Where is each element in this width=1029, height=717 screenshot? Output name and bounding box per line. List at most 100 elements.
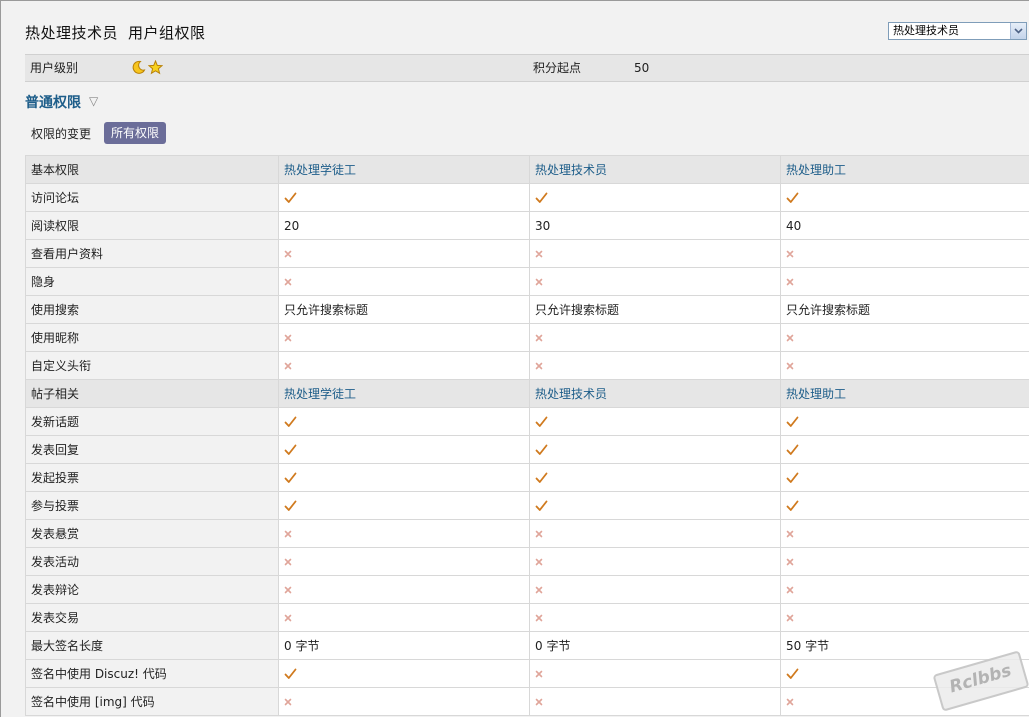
cross-icon: × <box>529 659 781 688</box>
section-title: 普通权限 <box>25 95 81 111</box>
permission-name: 发表回复 <box>25 435 279 464</box>
cross-icon: × <box>529 687 781 716</box>
table-row: 发表辩论××× <box>25 575 1029 604</box>
permission-value: 0 字节 <box>529 631 781 660</box>
permissions-table: 基本权限热处理学徒工热处理技术员热处理助工访问论坛✓✓✓阅读权限203040查看… <box>25 155 1029 716</box>
check-icon: ✓ <box>780 463 1029 492</box>
table-section-header: 帖子相关 热处理学徒工 热处理技术员 热处理助工 <box>25 379 1029 408</box>
star-icon <box>147 59 164 75</box>
check-icon: ✓ <box>780 435 1029 464</box>
cross-icon: × <box>529 267 781 296</box>
moon-icon <box>131 60 146 75</box>
permission-value: 只允许搜索标题 <box>780 295 1029 324</box>
tab-permission-changes[interactable]: 权限的变更 <box>31 124 91 144</box>
permission-name: 自定义头衔 <box>25 351 279 380</box>
cross-icon: × <box>278 547 530 576</box>
permission-name: 访问论坛 <box>25 183 279 212</box>
permission-name: 签名中使用 Discuz! 代码 <box>25 659 279 688</box>
cross-icon: × <box>529 603 781 632</box>
permission-value: 30 <box>529 211 781 240</box>
window-top-border <box>0 0 1029 1</box>
cross-icon: × <box>529 351 781 380</box>
table-row: 签名中使用 Discuz! 代码✓×✓ <box>25 659 1029 688</box>
page-title: 热处理技术员 用户组权限 <box>25 22 206 43</box>
group-column-header[interactable]: 热处理助工 <box>780 155 1029 184</box>
permission-value: 0 字节 <box>278 631 530 660</box>
cross-icon: × <box>529 547 781 576</box>
collapse-toggle-icon[interactable]: ▽ <box>89 94 98 108</box>
table-row: 查看用户资料××× <box>25 239 1029 268</box>
permission-name: 使用昵称 <box>25 323 279 352</box>
permission-name: 签名中使用 [img] 代码 <box>25 687 279 716</box>
permission-name: 发表悬赏 <box>25 519 279 548</box>
user-level-row: 用户级别 积分起点 50 <box>25 54 1029 82</box>
window-left-border <box>0 0 1 717</box>
cross-icon: × <box>278 239 530 268</box>
table-row: 访问论坛✓✓✓ <box>25 183 1029 212</box>
table-row: 隐身××× <box>25 267 1029 296</box>
table-row: 签名中使用 [img] 代码××× <box>25 687 1029 716</box>
permission-value: 只允许搜索标题 <box>278 295 530 324</box>
check-icon: ✓ <box>278 435 530 464</box>
check-icon: ✓ <box>780 491 1029 520</box>
table-row: 使用昵称××× <box>25 323 1029 352</box>
permission-name: 隐身 <box>25 267 279 296</box>
group-name: 热处理技术员 <box>25 24 119 42</box>
cross-icon: × <box>278 687 530 716</box>
group-column-header[interactable]: 热处理助工 <box>780 379 1029 408</box>
group-selector[interactable]: 热处理技术员 <box>888 22 1027 40</box>
check-icon: ✓ <box>529 183 781 212</box>
table-row: 发表交易××× <box>25 603 1029 632</box>
check-icon: ✓ <box>780 407 1029 436</box>
group-selector-value: 热处理技术员 <box>893 24 959 37</box>
table-row: 发表回复✓✓✓ <box>25 435 1029 464</box>
chevron-down-icon[interactable] <box>1010 23 1026 39</box>
group-column-header[interactable]: 热处理技术员 <box>529 155 781 184</box>
cross-icon: × <box>529 575 781 604</box>
table-section-header: 基本权限 热处理学徒工 热处理技术员 热处理助工 <box>25 155 1029 184</box>
check-icon: ✓ <box>278 491 530 520</box>
permission-name: 发表交易 <box>25 603 279 632</box>
check-icon: ✓ <box>529 491 781 520</box>
points-start-label: 积分起点 <box>533 61 582 75</box>
page-label: 用户组权限 <box>128 24 206 42</box>
cross-icon: × <box>529 239 781 268</box>
cross-icon: × <box>529 323 781 352</box>
section-header-label: 基本权限 <box>25 155 279 184</box>
permission-name: 最大签名长度 <box>25 631 279 660</box>
cross-icon: × <box>780 351 1029 380</box>
cross-icon: × <box>780 603 1029 632</box>
group-column-header[interactable]: 热处理学徒工 <box>278 379 530 408</box>
table-row: 自定义头衔××× <box>25 351 1029 380</box>
cross-icon: × <box>278 575 530 604</box>
permission-name: 参与投票 <box>25 491 279 520</box>
permission-value: 20 <box>278 211 530 240</box>
permission-name: 查看用户资料 <box>25 239 279 268</box>
group-column-header[interactable]: 热处理学徒工 <box>278 155 530 184</box>
table-row: 发表悬赏××× <box>25 519 1029 548</box>
cross-icon: × <box>780 575 1029 604</box>
table-row: 发起投票✓✓✓ <box>25 463 1029 492</box>
check-icon: ✓ <box>278 183 530 212</box>
cross-icon: × <box>278 603 530 632</box>
permission-name: 发表活动 <box>25 547 279 576</box>
tab-all-permissions[interactable]: 所有权限 <box>104 122 167 144</box>
check-icon: ✓ <box>529 407 781 436</box>
cross-icon: × <box>278 323 530 352</box>
permission-name: 阅读权限 <box>25 211 279 240</box>
table-row: 阅读权限 20 30 40 <box>25 211 1029 240</box>
table-row: 最大签名长度 0 字节 0 字节 50 字节 <box>25 631 1029 660</box>
table-row: 发新话题✓✓✓ <box>25 407 1029 436</box>
group-column-header[interactable]: 热处理技术员 <box>529 379 781 408</box>
cross-icon: × <box>278 519 530 548</box>
check-icon: ✓ <box>529 463 781 492</box>
cross-icon: × <box>278 351 530 380</box>
section-header-label: 帖子相关 <box>25 379 279 408</box>
check-icon: ✓ <box>278 659 530 688</box>
permission-value: 只允许搜索标题 <box>529 295 781 324</box>
permission-name: 发起投票 <box>25 463 279 492</box>
cross-icon: × <box>278 267 530 296</box>
permission-name: 发表辩论 <box>25 575 279 604</box>
check-icon: ✓ <box>278 463 530 492</box>
cross-icon: × <box>780 267 1029 296</box>
